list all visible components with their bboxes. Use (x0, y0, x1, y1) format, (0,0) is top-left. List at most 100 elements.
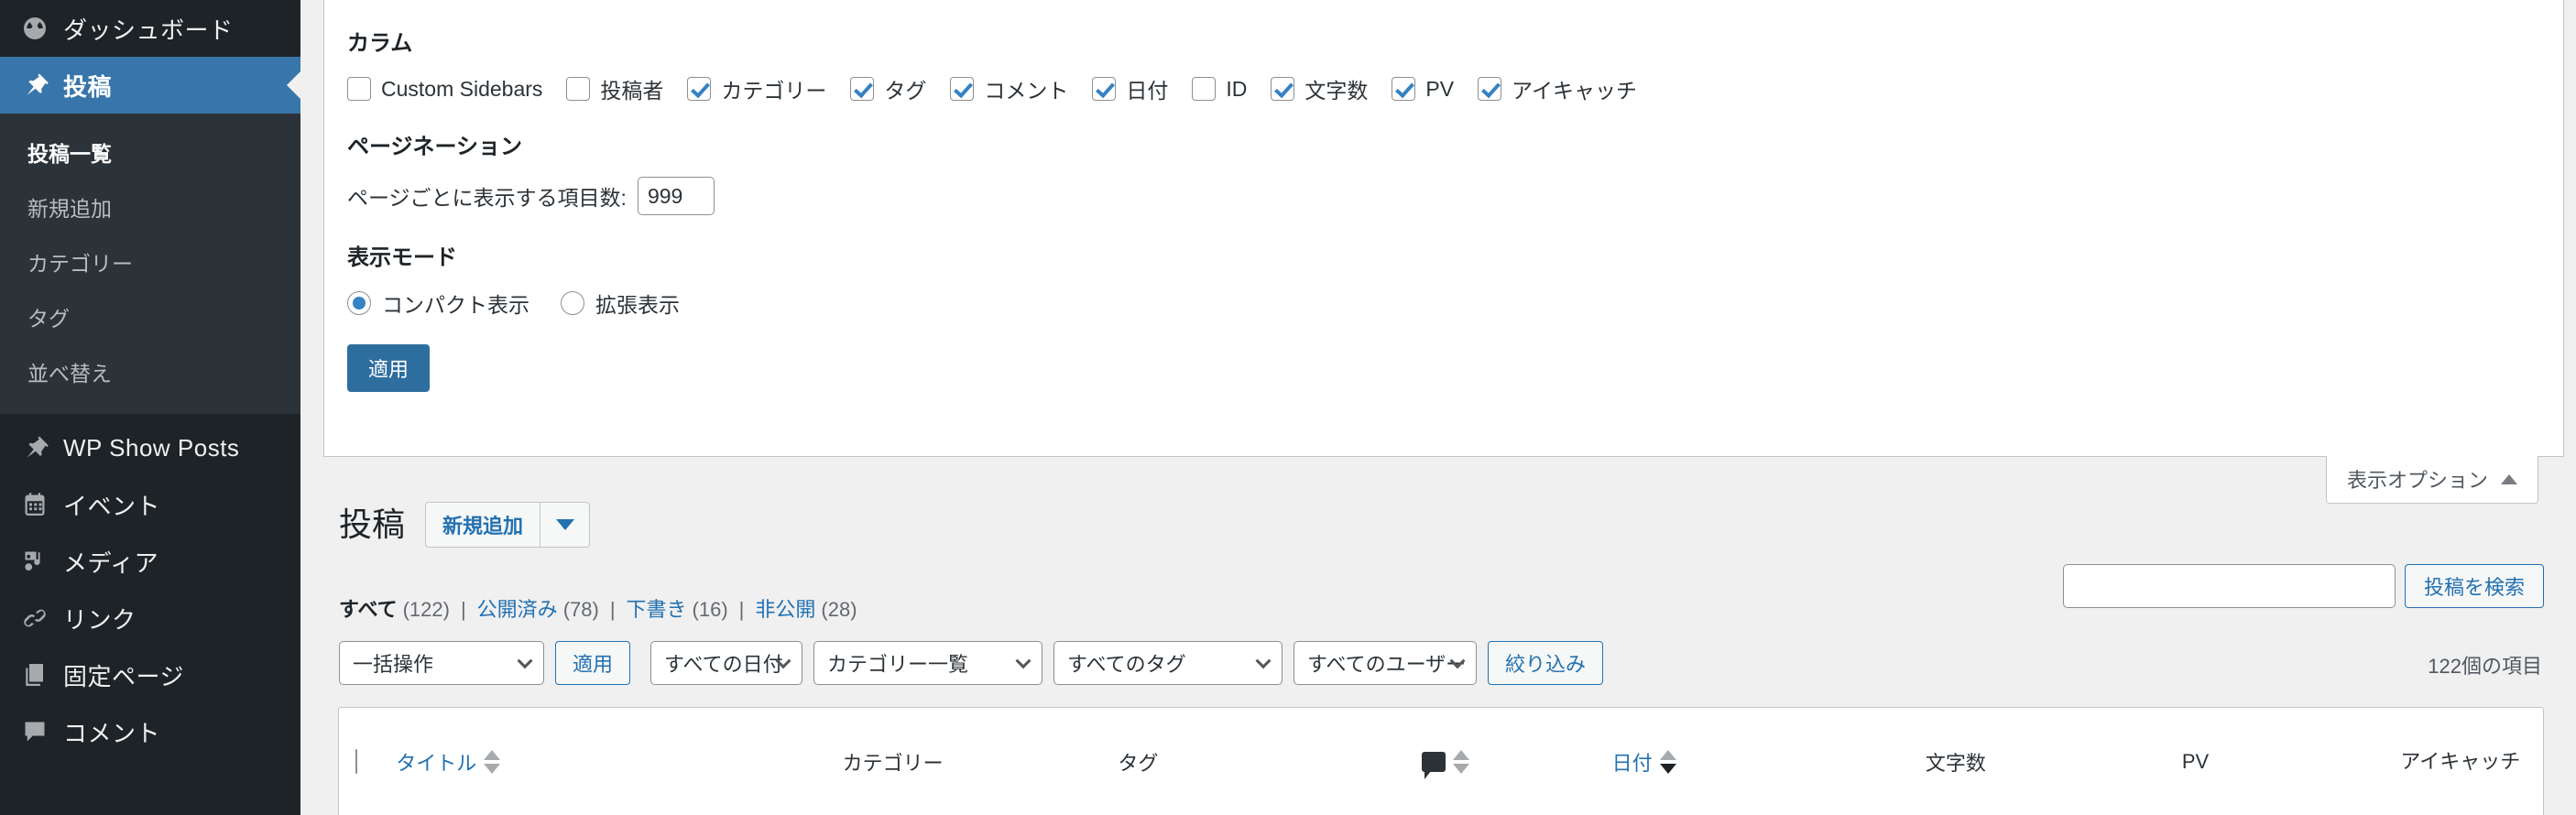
table-header-row: タイトル カテゴリー タグ 日付 文字数 PV アイキャッチ (339, 708, 2543, 815)
per-page-input[interactable] (637, 177, 715, 215)
checkbox-icon[interactable] (347, 77, 371, 101)
column-header-featured-image: アイキャッチ (2400, 708, 2543, 815)
filter-button[interactable]: 絞り込み (1488, 641, 1604, 685)
sidebar-subitem-all-posts[interactable]: 投稿一覧 (0, 125, 300, 179)
page-header: 投稿 新規追加 (339, 502, 591, 548)
user-filter-select[interactable]: すべてのユーザー (1293, 641, 1478, 685)
sidebar-item-pages[interactable]: 固定ページ (0, 647, 300, 703)
column-header-category-label: カテゴリー (842, 751, 944, 775)
pages-icon (21, 661, 54, 689)
column-header-word-count: 文字数 (1925, 708, 2182, 815)
sidebar-subitem-label: 新規追加 (27, 197, 112, 221)
pagination-section: ページネーション ページごとに表示する項目数: (347, 128, 2540, 215)
column-label: アイキャッチ (1512, 79, 1637, 103)
checkbox-checked-icon[interactable] (1092, 77, 1117, 101)
column-toggle-author[interactable]: 投稿者 (566, 73, 663, 104)
sidebar-item-label: イベント (63, 492, 161, 520)
column-header-title[interactable]: タイトル (396, 708, 843, 815)
column-label: 文字数 (1304, 79, 1369, 103)
status-divider: | (609, 598, 616, 621)
column-toggle-word-count[interactable]: 文字数 (1271, 73, 1368, 104)
chevron-down-icon (1255, 653, 1272, 669)
column-header-featured-image-label: アイキャッチ (2400, 750, 2521, 773)
sidebar-item-label: 固定ページ (63, 662, 184, 690)
sidebar-item-label: 投稿 (63, 72, 113, 101)
column-toggle-featured-image[interactable]: アイキャッチ (1478, 73, 1637, 104)
sidebar-item-label: リンク (63, 605, 136, 634)
column-toggle-comments[interactable]: コメント (950, 73, 1068, 104)
add-new-post-button[interactable]: 新規追加 (425, 502, 541, 548)
search-posts-button[interactable]: 投稿を検索 (2404, 564, 2544, 608)
sidebar-item-comments[interactable]: コメント (0, 703, 300, 760)
sidebar-subitem-add-new[interactable]: 新規追加 (0, 179, 300, 234)
add-new-dropdown-button[interactable] (540, 502, 591, 548)
view-mode-compact[interactable]: コンパクト表示 (347, 288, 529, 319)
view-mode-section: 表示モード コンパクト表示 拡張表示 (347, 239, 2540, 319)
tag-filter-select[interactable]: すべてのタグ (1053, 641, 1283, 685)
column-toggle-category[interactable]: カテゴリー (687, 73, 826, 104)
sidebar-subitem-categories[interactable]: カテゴリー (0, 234, 300, 289)
checkbox-checked-icon[interactable] (687, 77, 712, 101)
sidebar-item-dashboard[interactable]: ダッシュボード (0, 0, 300, 57)
column-header-word-count-label: 文字数 (1925, 751, 1986, 775)
column-header-date[interactable]: 日付 (1611, 708, 1926, 815)
category-filter-value: カテゴリー一覧 (827, 653, 969, 676)
sort-indicator-icon[interactable] (1453, 749, 1470, 774)
status-link-all[interactable]: すべて (339, 593, 398, 623)
column-toggle-tag[interactable]: タグ (850, 73, 926, 104)
status-link-private[interactable]: 非公開 (755, 593, 815, 623)
column-label: 投稿者 (600, 79, 664, 103)
radio-selected-icon[interactable] (347, 291, 371, 315)
column-header-pv: PV (2181, 708, 2401, 815)
sidebar-subitem-tags[interactable]: タグ (0, 289, 300, 344)
checkbox-checked-icon[interactable] (1478, 77, 1502, 101)
sidebar-item-links[interactable]: リンク (0, 590, 300, 647)
checkbox-checked-icon[interactable] (1392, 77, 1416, 101)
per-page-label: ページごとに表示する項目数: (347, 186, 627, 210)
bulk-action-select[interactable]: 一括操作 (339, 641, 544, 685)
column-toggle-custom-sidebars[interactable]: Custom Sidebars (347, 77, 542, 102)
view-mode-label: コンパクト表示 (382, 293, 529, 317)
sidebar-item-posts[interactable]: 投稿 (0, 57, 301, 114)
table-navigation-top: 一括操作 適用 すべての日付 カテゴリー一覧 すべてのタグ すべてのユーザー 絞… (339, 641, 1604, 685)
checkbox-checked-icon[interactable] (950, 77, 975, 101)
date-filter-select[interactable]: すべての日付 (650, 641, 803, 685)
column-label: ID (1226, 76, 1248, 101)
screen-options-apply-button[interactable]: 適用 (347, 344, 431, 392)
column-header-select-all[interactable] (339, 708, 397, 815)
columns-legend: カラム (347, 31, 413, 56)
status-link-draft[interactable]: 下書き (627, 593, 687, 623)
column-label: カテゴリー (721, 79, 827, 103)
column-header-comments[interactable] (1422, 708, 1612, 815)
view-mode-extended[interactable]: 拡張表示 (561, 288, 680, 319)
sidebar-item-events[interactable]: イベント (0, 476, 300, 533)
column-toggle-id[interactable]: ID (1192, 77, 1247, 102)
checkbox-icon[interactable] (566, 77, 591, 101)
sidebar-item-media[interactable]: メディア (0, 533, 300, 590)
column-toggle-pv[interactable]: PV (1392, 77, 1454, 102)
screen-options-panel: カラム Custom Sidebars 投稿者 カテゴリー タグ コメント 日付… (323, 0, 2564, 457)
sort-indicator-icon[interactable] (484, 749, 501, 774)
pagination-legend: ページネーション (347, 135, 523, 159)
checkbox-checked-icon[interactable] (1271, 77, 1295, 101)
sort-indicator-desc-icon[interactable] (1659, 749, 1676, 774)
posts-submenu: 投稿一覧 新規追加 カテゴリー タグ 並べ替え (0, 114, 300, 414)
column-header-title-label[interactable]: タイトル (396, 747, 476, 777)
checkbox-checked-icon[interactable] (850, 77, 875, 101)
status-link-published[interactable]: 公開済み (477, 593, 558, 623)
screen-options-toggle-button[interactable]: 表示オプション (2325, 456, 2538, 504)
column-toggle-date[interactable]: 日付 (1092, 73, 1168, 104)
bulk-apply-button[interactable]: 適用 (555, 641, 631, 685)
checkbox-icon[interactable] (1192, 77, 1217, 101)
items-count-label: 122個の項目 (2428, 655, 2542, 678)
column-header-category: カテゴリー (842, 708, 1119, 815)
select-all-checkbox-icon[interactable] (355, 748, 357, 774)
chevron-down-icon (1015, 653, 1031, 669)
column-header-date-label[interactable]: 日付 (1612, 747, 1653, 777)
status-count-all: (122) (402, 598, 450, 621)
search-input[interactable] (2062, 564, 2396, 608)
sidebar-item-wp-show-posts[interactable]: WP Show Posts (0, 419, 300, 476)
sidebar-subitem-sort[interactable]: 並べ替え (0, 344, 300, 399)
radio-icon[interactable] (561, 291, 584, 315)
category-filter-select[interactable]: カテゴリー一覧 (813, 641, 1043, 685)
